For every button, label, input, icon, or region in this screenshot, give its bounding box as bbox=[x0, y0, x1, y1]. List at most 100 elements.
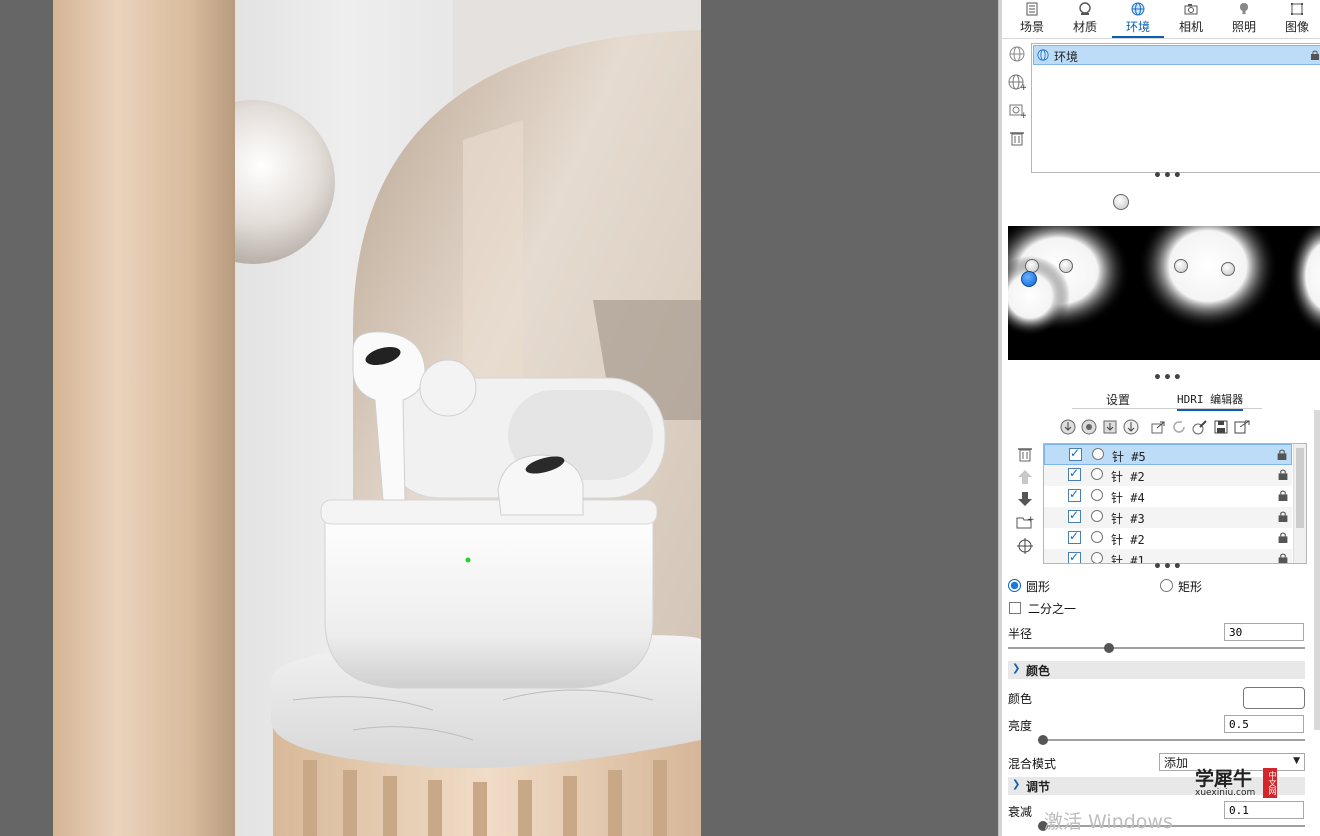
delete-environment-icon[interactable] bbox=[1008, 129, 1026, 147]
pin-visible-checkbox[interactable] bbox=[1068, 487, 1081, 502]
pin-list-row[interactable]: 针 #2 bbox=[1044, 465, 1292, 486]
pin-name: 针 #5 bbox=[1112, 450, 1146, 464]
hdri-pin-marker-selected[interactable] bbox=[1021, 271, 1037, 287]
blend-mode-value: 添加 bbox=[1164, 756, 1189, 770]
splitter-grip[interactable]: ••• bbox=[1153, 370, 1183, 386]
subtab-settings[interactable]: 设置 bbox=[1106, 391, 1130, 408]
radius-field[interactable] bbox=[1224, 623, 1304, 641]
pin-visible-checkbox[interactable] bbox=[1068, 508, 1081, 523]
environment-name: 环境 bbox=[1054, 50, 1079, 64]
environment-list-item[interactable]: 环境 bbox=[1033, 45, 1320, 65]
splitter-grip[interactable]: ••• bbox=[1153, 559, 1183, 575]
tab-environment[interactable]: 环境 bbox=[1112, 0, 1164, 38]
tab-camera[interactable]: 相机 bbox=[1165, 0, 1217, 38]
move-up-arrow-icon[interactable] bbox=[1016, 468, 1034, 486]
hdri-rotation-handle[interactable] bbox=[1113, 194, 1129, 210]
hdri-preview[interactable] bbox=[1008, 226, 1320, 360]
panel-scrollbar[interactable] bbox=[1314, 410, 1320, 730]
color-swatch[interactable] bbox=[1243, 687, 1305, 709]
save-as-icon[interactable] bbox=[1234, 419, 1250, 435]
brightness-slider-knob[interactable] bbox=[1038, 735, 1048, 745]
section-title: 调节 bbox=[1026, 780, 1051, 794]
tab-image[interactable]: 图像 bbox=[1271, 0, 1320, 38]
pin-shape-radio[interactable] bbox=[1091, 468, 1103, 480]
lock-icon[interactable] bbox=[1278, 511, 1288, 522]
radius-slider-knob[interactable] bbox=[1104, 643, 1114, 653]
shape-circle-label: 圆形 bbox=[1026, 580, 1051, 594]
svg-text:+: + bbox=[1027, 515, 1034, 525]
add-environment-icon[interactable]: + bbox=[1008, 73, 1026, 91]
tab-lighting[interactable]: 照明 bbox=[1218, 0, 1270, 38]
shape-rect-radio[interactable] bbox=[1160, 579, 1173, 592]
pin-list-scrollbar[interactable] bbox=[1293, 444, 1306, 563]
export-icon[interactable] bbox=[1150, 419, 1166, 435]
watermark-site: xuexiniu.com bbox=[1195, 788, 1256, 798]
main-tabs: 场景 材质 环境 相机 照明 图像 bbox=[1002, 0, 1320, 39]
globe-icon bbox=[1037, 49, 1049, 61]
pin-shape-radio[interactable] bbox=[1092, 448, 1104, 460]
half-label: 二分之一 bbox=[1028, 602, 1077, 616]
chevron-down-icon: ❯ bbox=[1012, 663, 1021, 674]
edit-brush-icon[interactable] bbox=[1192, 419, 1208, 435]
add-pin-icon[interactable] bbox=[1060, 419, 1076, 435]
radius-slider[interactable] bbox=[1008, 643, 1305, 653]
hdri-pin-marker[interactable] bbox=[1221, 262, 1235, 276]
tab-label: 相机 bbox=[1178, 20, 1203, 34]
pin-list-row[interactable]: 针 #2 bbox=[1044, 528, 1292, 549]
pin-visible-checkbox[interactable] bbox=[1069, 446, 1082, 461]
add-light-pin-icon[interactable] bbox=[1081, 419, 1097, 435]
svg-text:+: + bbox=[1020, 111, 1026, 119]
falloff-field[interactable] bbox=[1224, 801, 1304, 819]
shape-rect-label: 矩形 bbox=[1178, 580, 1203, 594]
pin-shape-radio[interactable] bbox=[1091, 552, 1103, 563]
hdri-pin-marker[interactable] bbox=[1059, 259, 1073, 273]
pin-shape-radio[interactable] bbox=[1091, 510, 1103, 522]
color-section-header[interactable]: ❯ 颜色 bbox=[1008, 661, 1305, 679]
environment-globe-icon bbox=[1131, 2, 1145, 16]
light-bulb-icon bbox=[1240, 3, 1248, 14]
lock-icon[interactable] bbox=[1277, 449, 1287, 460]
hdri-pin-marker[interactable] bbox=[1174, 259, 1188, 273]
target-crosshair-icon[interactable] bbox=[1016, 537, 1034, 555]
pin-list-row[interactable]: 针 #4 bbox=[1044, 486, 1292, 507]
render-viewport[interactable] bbox=[0, 0, 998, 836]
lock-icon[interactable] bbox=[1311, 50, 1319, 60]
scrollbar-thumb[interactable] bbox=[1296, 448, 1304, 528]
pin-shape-radio[interactable] bbox=[1091, 489, 1103, 501]
color-label: 颜色 bbox=[1008, 692, 1033, 706]
splitter-grip[interactable]: ••• bbox=[1153, 168, 1183, 184]
pin-visible-checkbox[interactable] bbox=[1068, 466, 1081, 481]
half-checkbox[interactable] bbox=[1009, 602, 1021, 614]
refresh-icon[interactable] bbox=[1171, 419, 1187, 435]
duplicate-environment-icon[interactable]: + bbox=[1008, 101, 1026, 119]
section-title: 颜色 bbox=[1026, 664, 1051, 678]
tab-material[interactable]: 材质 bbox=[1059, 0, 1111, 38]
lock-icon[interactable] bbox=[1278, 490, 1288, 501]
pin-visible-checkbox[interactable] bbox=[1068, 529, 1081, 544]
lock-icon[interactable] bbox=[1278, 532, 1288, 543]
pin-name: 针 #1 bbox=[1111, 554, 1145, 564]
open-environment-icon[interactable] bbox=[1008, 45, 1026, 63]
rendered-image bbox=[53, 0, 701, 836]
move-down-arrow-icon[interactable] bbox=[1016, 490, 1034, 508]
pin-visible-checkbox[interactable] bbox=[1068, 550, 1081, 563]
pin-shape-radio[interactable] bbox=[1091, 531, 1103, 543]
brightness-field[interactable] bbox=[1224, 715, 1304, 733]
pin-list-row[interactable]: 针 #3 bbox=[1044, 507, 1292, 528]
new-folder-icon[interactable]: + bbox=[1016, 513, 1034, 531]
add-image-pin-icon[interactable] bbox=[1102, 419, 1118, 435]
save-icon[interactable] bbox=[1213, 419, 1229, 435]
brightness-slider[interactable] bbox=[1038, 735, 1305, 745]
pin-list-row[interactable]: 针 #5 bbox=[1044, 444, 1292, 465]
lock-icon[interactable] bbox=[1278, 553, 1288, 564]
add-gradient-pin-icon[interactable] bbox=[1123, 419, 1139, 435]
tab-label: 材质 bbox=[1072, 20, 1097, 34]
delete-pin-icon[interactable] bbox=[1016, 445, 1034, 463]
lock-icon[interactable] bbox=[1278, 469, 1288, 480]
shape-circle-radio[interactable] bbox=[1008, 579, 1021, 592]
properties-panel: 场景 材质 环境 相机 照明 图像 + + 环境 ••• ••• 设置 HDRI… bbox=[1002, 0, 1320, 836]
radius-label: 半径 bbox=[1008, 627, 1033, 641]
watermark-logo: 学犀牛 xuexiniu.com 中文网 bbox=[1191, 764, 1286, 802]
subtab-hdri-editor[interactable]: HDRI 编辑器 bbox=[1177, 391, 1244, 411]
tab-scene[interactable]: 场景 bbox=[1006, 0, 1058, 38]
